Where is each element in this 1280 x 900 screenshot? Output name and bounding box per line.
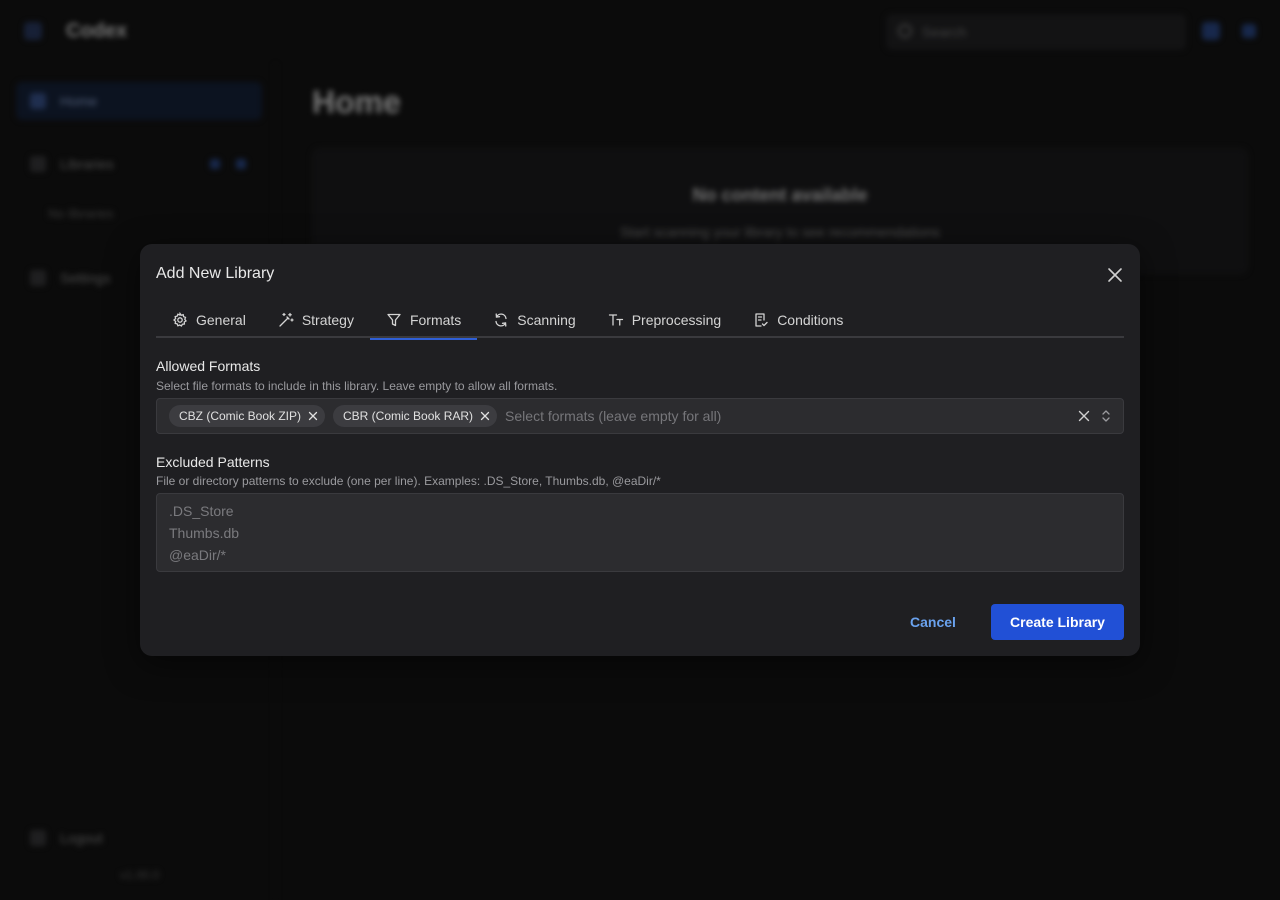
- formats-search-input[interactable]: Select formats (leave empty for all): [505, 408, 721, 424]
- add-library-modal: Add New Library General Strategy Formats…: [140, 244, 1140, 656]
- pattern-line: .DS_Store: [169, 503, 234, 519]
- pill-label: CBR (Comic Book RAR): [343, 409, 474, 423]
- tab-conditions[interactable]: Conditions: [737, 302, 859, 338]
- pill-label: CBZ (Comic Book ZIP): [179, 409, 302, 423]
- cancel-button[interactable]: Cancel: [894, 604, 972, 640]
- tab-label: General: [196, 312, 246, 328]
- excluded-patterns-textarea[interactable]: .DS_Store Thumbs.db @eaDir/*: [156, 493, 1124, 572]
- allowed-formats-description: Select file formats to include in this l…: [156, 379, 558, 393]
- text-size-icon: [608, 314, 623, 326]
- tab-formats[interactable]: Formats: [369, 302, 478, 340]
- formats-multiselect[interactable]: CBZ (Comic Book ZIP) CBR (Comic Book RAR…: [156, 398, 1124, 434]
- remove-pill-button[interactable]: [479, 410, 491, 422]
- tab-bar: General Strategy Formats Scanning Prepro…: [156, 302, 1124, 340]
- format-pill-cbr: CBR (Comic Book RAR): [333, 405, 498, 427]
- excluded-patterns-description: File or directory patterns to exclude (o…: [156, 474, 661, 488]
- tab-general[interactable]: General: [156, 302, 262, 338]
- tab-label: Conditions: [777, 312, 844, 328]
- excluded-patterns-label: Excluded Patterns: [156, 454, 270, 470]
- close-icon: [1108, 268, 1122, 282]
- gear-icon: [173, 312, 187, 327]
- format-pill-cbz: CBZ (Comic Book ZIP): [169, 405, 326, 427]
- clear-icon[interactable]: [1077, 409, 1091, 423]
- tab-label: Preprocessing: [631, 312, 722, 328]
- tab-label: Strategy: [301, 312, 354, 328]
- modal-title: Add New Library: [156, 265, 275, 282]
- tab-scanning[interactable]: Scanning: [477, 302, 591, 338]
- chevron-up-down-icon[interactable]: [1100, 408, 1112, 424]
- tab-label: Formats: [409, 312, 462, 328]
- checklist-icon: [755, 313, 768, 327]
- create-library-button[interactable]: Create Library: [991, 604, 1124, 640]
- wand-icon: [279, 312, 294, 327]
- close-button[interactable]: [1104, 264, 1126, 286]
- allowed-formats-label: Allowed Formats: [156, 358, 261, 374]
- remove-pill-button[interactable]: [307, 410, 319, 422]
- pattern-line: Thumbs.db: [169, 525, 240, 541]
- close-icon: [480, 411, 490, 421]
- tab-label: Scanning: [517, 312, 576, 328]
- refresh-icon: [495, 313, 507, 327]
- filter-icon: [387, 313, 401, 327]
- close-icon: [308, 411, 318, 421]
- tab-preprocessing[interactable]: Preprocessing: [592, 302, 738, 338]
- tab-strategy[interactable]: Strategy: [262, 302, 370, 338]
- pattern-line: @eaDir/*: [169, 547, 227, 563]
